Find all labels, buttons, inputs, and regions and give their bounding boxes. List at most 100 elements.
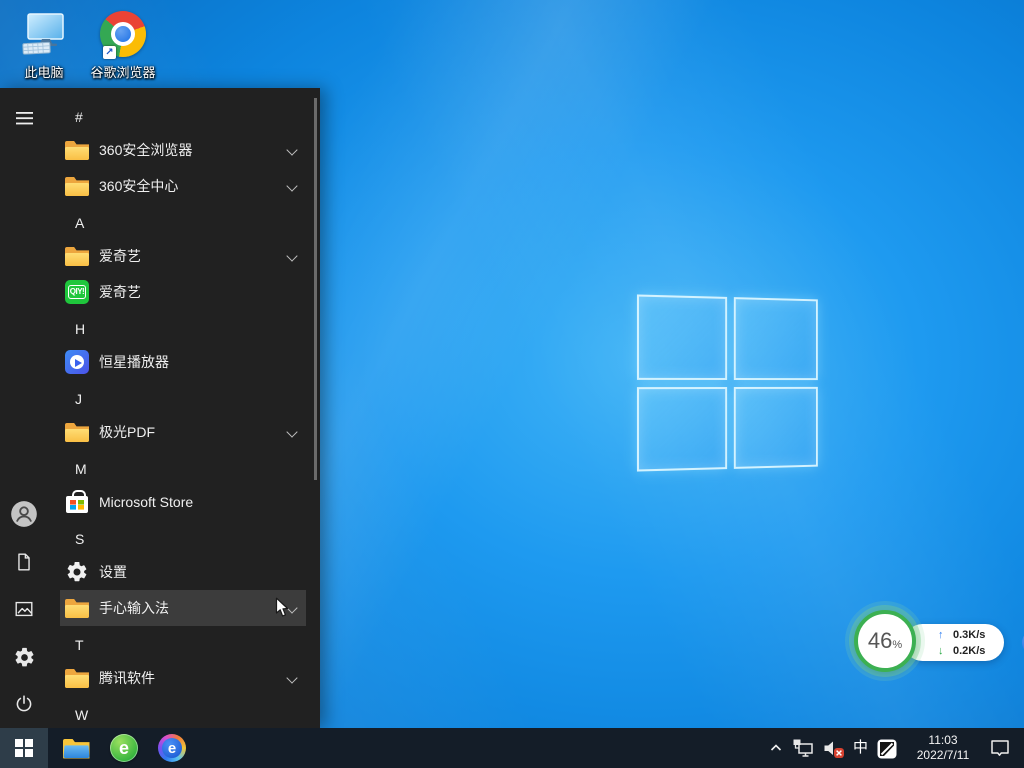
upload-arrow-icon: ↑: [938, 629, 950, 641]
desktop-icon-area: 此电脑 ↗ 谷歌浏览器: [6, 8, 164, 81]
documents-button[interactable]: [0, 542, 48, 582]
network-icon: [792, 737, 814, 759]
section-header[interactable]: #: [60, 102, 306, 132]
item-label: 360安全浏览器: [99, 140, 192, 160]
start-menu-item-360-center[interactable]: 360安全中心: [60, 168, 306, 204]
check-square-icon: [876, 738, 898, 760]
pictures-icon: [13, 598, 35, 620]
download-speed-value: 0.2K/s: [953, 645, 985, 657]
desktop-icon-label: 谷歌浏览器: [90, 62, 155, 81]
item-label: 爱奇艺: [99, 246, 141, 266]
start-menu-app-list: # 360安全浏览器 360安全中心 A 爱奇艺 QIY! 爱奇艺 H 恒星播放…: [60, 98, 306, 728]
iqiyi-logo-text: QIY!: [68, 285, 86, 299]
taskbar-360-browser[interactable]: e: [104, 728, 144, 768]
desktop-icon-label: 此电脑: [24, 62, 63, 81]
this-pc-icon: [20, 8, 68, 60]
folder-icon: [65, 668, 89, 688]
item-label: 爱奇艺: [99, 282, 141, 302]
gear-icon: [13, 646, 36, 669]
start-menu-item-shouxin-ime[interactable]: 手心输入法: [60, 590, 306, 626]
action-center-button[interactable]: [988, 728, 1012, 768]
settings-button[interactable]: [0, 637, 48, 677]
section-header[interactable]: T: [60, 630, 306, 660]
browser-letter: e: [158, 734, 186, 762]
pictures-button[interactable]: [0, 589, 48, 629]
desktop-icon-chrome[interactable]: ↗ 谷歌浏览器: [85, 8, 161, 81]
wallpaper-logo-pane: [637, 387, 727, 472]
memory-usage-ball[interactable]: 46 %: [854, 610, 916, 672]
desktop-icon-this-pc[interactable]: 此电脑: [6, 8, 82, 81]
document-icon: [13, 551, 35, 573]
chevron-up-icon: [768, 740, 784, 756]
section-letter: W: [75, 707, 88, 723]
power-button[interactable]: [0, 684, 48, 724]
folder-icon: [65, 246, 89, 266]
item-label: 设置: [99, 562, 127, 582]
tray-expand-button[interactable]: [768, 728, 784, 768]
chevron-down-icon[interactable]: [287, 182, 296, 191]
start-menu-item-360-browser[interactable]: 360安全浏览器: [60, 132, 306, 168]
section-header[interactable]: M: [60, 454, 306, 484]
section-header[interactable]: S: [60, 524, 306, 554]
net-speed-widget[interactable]: ↑ 0.3K/s ↓ 0.2K/s + 46 %: [854, 609, 1006, 675]
shortcut-arrow-icon: ↗: [103, 46, 116, 59]
chevron-down-icon[interactable]: [287, 674, 296, 683]
start-menu-item-settings[interactable]: 设置: [60, 554, 306, 590]
section-header[interactable]: H: [60, 314, 306, 344]
start-menu-item-jiguang-pdf[interactable]: 极光PDF: [60, 414, 306, 450]
taskbar-file-explorer[interactable]: [56, 728, 96, 768]
taskbar-360-speed-browser[interactable]: e: [152, 728, 192, 768]
section-header[interactable]: A: [60, 208, 306, 238]
item-label: 腾讯软件: [99, 668, 155, 688]
memory-percent: 46: [868, 614, 892, 668]
windows-wallpaper-logo: [637, 294, 818, 471]
start-button[interactable]: [0, 728, 48, 768]
start-menu-item-iqiyi-folder[interactable]: 爱奇艺: [60, 238, 306, 274]
user-account-button[interactable]: [0, 494, 48, 534]
section-letter: M: [75, 461, 87, 477]
section-letter: H: [75, 321, 85, 337]
start-menu-item-tencent[interactable]: 腾讯软件: [60, 660, 306, 696]
clock-date: 2022/7/11: [906, 748, 980, 763]
section-letter: A: [75, 215, 84, 231]
user-avatar-icon: [10, 500, 38, 528]
section-letter: T: [75, 637, 84, 653]
section-letter: J: [75, 391, 82, 407]
section-letter: #: [75, 109, 83, 125]
start-menu-item-microsoft-store[interactable]: Microsoft Store: [60, 484, 306, 520]
chevron-down-icon[interactable]: [287, 428, 296, 437]
hamburger-menu-button[interactable]: [0, 98, 48, 138]
ime-chinese-label: 中: [853, 728, 868, 768]
folder-icon: [65, 598, 89, 618]
chevron-down-icon[interactable]: [287, 146, 296, 155]
system-tray: 中 11:03 2022/7/11: [768, 728, 1024, 768]
section-header[interactable]: W: [60, 700, 306, 728]
chevron-down-icon[interactable]: [287, 252, 296, 261]
folder-icon: [65, 422, 89, 442]
start-menu-item-iqiyi-app[interactable]: QIY! 爱奇艺: [60, 274, 306, 310]
item-label: 极光PDF: [99, 422, 155, 442]
action-center-icon: [988, 736, 1012, 760]
start-menu-rail: [0, 88, 48, 728]
file-explorer-icon: [63, 738, 90, 759]
windows-logo-icon: [15, 739, 33, 757]
wallpaper-logo-pane: [637, 294, 727, 379]
mouse-cursor: [275, 597, 290, 624]
tray-network[interactable]: [792, 728, 814, 768]
tray-ime-indicator[interactable]: 中: [853, 728, 868, 768]
item-label: 恒星播放器: [99, 352, 169, 372]
section-header[interactable]: J: [60, 384, 306, 414]
tray-security-app[interactable]: [876, 729, 898, 768]
360-browser-icon: e: [110, 734, 138, 762]
wallpaper-logo-pane: [733, 386, 817, 469]
star-player-icon: [65, 350, 89, 374]
start-menu-scrollbar[interactable]: [314, 98, 317, 480]
start-menu: # 360安全浏览器 360安全中心 A 爱奇艺 QIY! 爱奇艺 H 恒星播放…: [0, 88, 320, 728]
taskbar-clock[interactable]: 11:03 2022/7/11: [906, 733, 980, 763]
item-label: 手心输入法: [99, 598, 169, 618]
microsoft-store-icon: [65, 490, 89, 514]
settings-gear-icon: [65, 560, 89, 584]
start-menu-item-star-player[interactable]: 恒星播放器: [60, 344, 306, 380]
item-label: Microsoft Store: [99, 494, 193, 510]
tray-volume-muted[interactable]: [822, 728, 845, 768]
